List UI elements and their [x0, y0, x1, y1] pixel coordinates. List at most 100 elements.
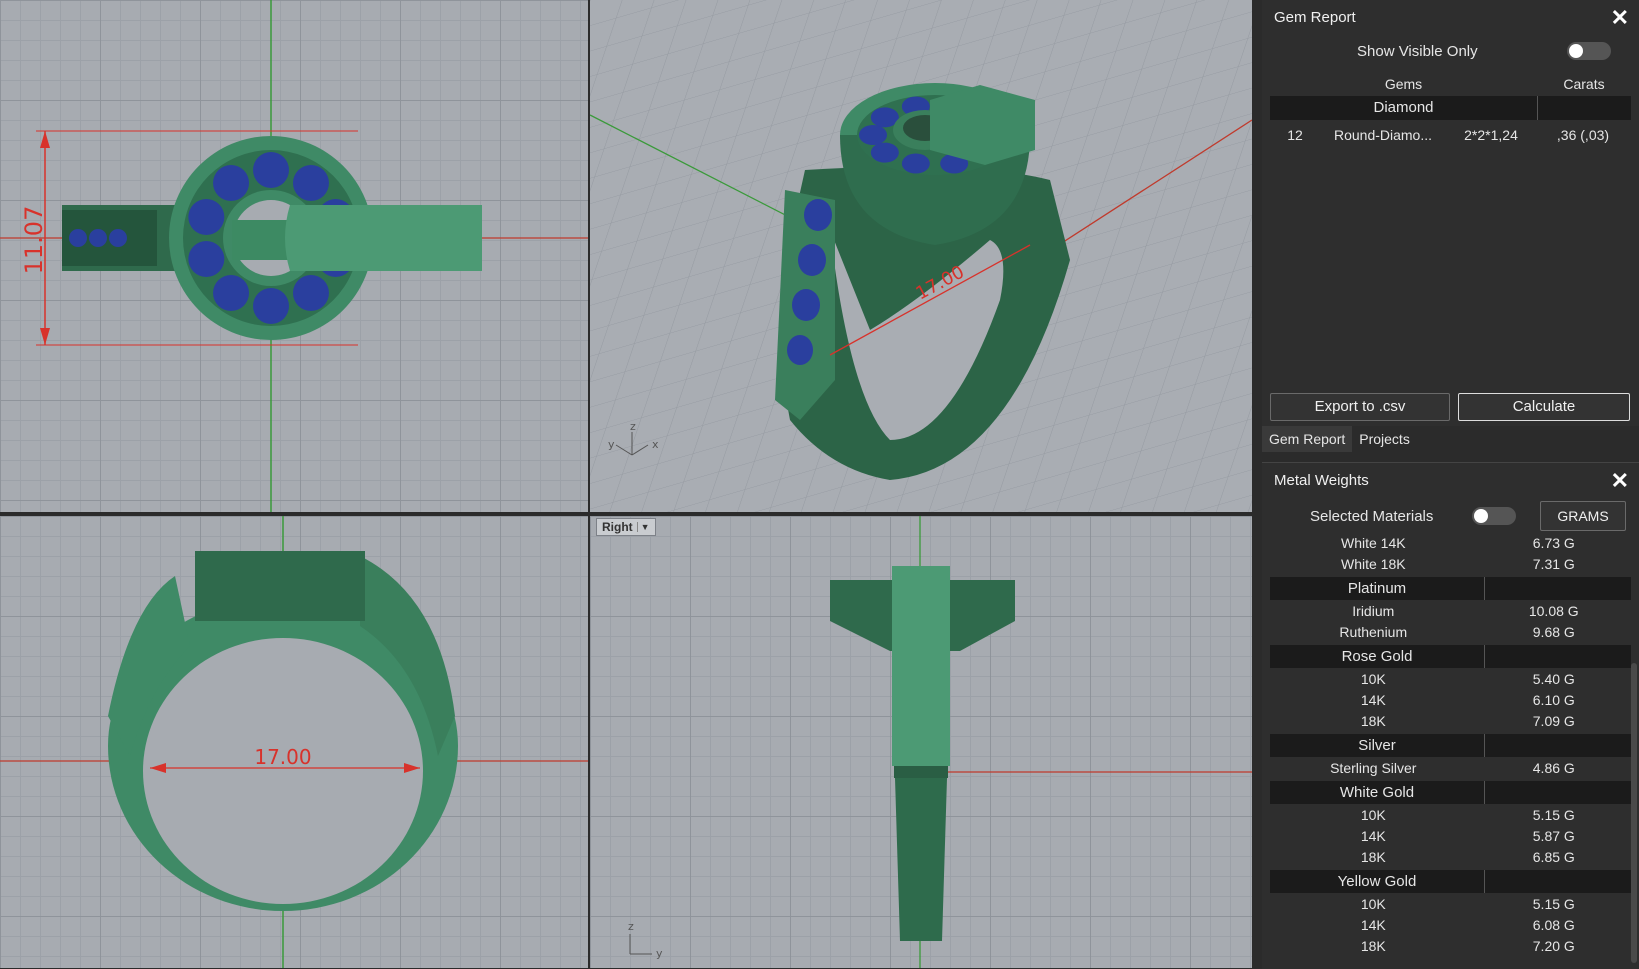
metal-group-name: Silver [1270, 734, 1485, 757]
metal-name: 10K [1360, 671, 1386, 687]
gem-carats: ,36 (,03) [1556, 127, 1610, 143]
gem-stone [870, 142, 899, 163]
bar-front [195, 551, 365, 621]
metal-name: 14K [1360, 828, 1386, 844]
close-icon[interactable]: ✕ [1611, 0, 1629, 36]
list-item[interactable]: 14K 5.87 G [1270, 826, 1631, 847]
top-view-canvas: 11.07 [0, 0, 588, 512]
metal-name: Iridium [1352, 603, 1395, 619]
metal-name: White 18K [1340, 556, 1406, 572]
viewport-front[interactable]: 17.00 [0, 516, 588, 968]
list-item[interactable]: 14K 6.10 G [1270, 690, 1631, 711]
gem-name: Round-Diamo... [1333, 127, 1433, 143]
front-dimension-text: 17.00 [254, 745, 311, 769]
metal-name: 14K [1360, 917, 1386, 933]
viewport-right[interactable]: Right ▼ z y [590, 516, 1252, 968]
col-gems[interactable]: Gems [1270, 72, 1537, 96]
metal-name: 18K [1360, 938, 1386, 954]
selected-materials-row: Selected Materials GRAMS [1262, 499, 1639, 533]
metal-name: 10K [1360, 807, 1386, 823]
list-item[interactable]: White 14K 6.73 G [1270, 533, 1631, 554]
list-item[interactable]: Sterling Silver 4.86 G [1270, 758, 1631, 779]
metal-weights-title: Metal Weights [1274, 472, 1369, 489]
table-row[interactable]: 12 Round-Diamo... 2*2*1,24 ,36 (,03) [1270, 122, 1631, 148]
metal-group-header[interactable]: Silver [1270, 734, 1631, 757]
dimension-text-height: 11.07 [20, 206, 48, 275]
gem-report-panel: Gem Report ✕ Show Visible Only Gems Cara… [1262, 0, 1639, 452]
tab-projects[interactable]: Projects [1352, 426, 1417, 452]
close-icon[interactable]: ✕ [1611, 463, 1629, 499]
metal-group-name: Platinum [1270, 577, 1485, 600]
metal-weight: 7.20 G [1532, 938, 1575, 954]
gem-group-name: Diamond [1270, 96, 1538, 120]
metal-group-name: Rose Gold [1270, 645, 1485, 668]
metal-weight: 6.73 G [1532, 535, 1575, 551]
metal-weight: 5.87 G [1532, 828, 1575, 844]
metal-weight: 6.85 G [1532, 849, 1575, 865]
list-item[interactable]: 10K 5.15 G [1270, 805, 1631, 826]
export-csv-button[interactable]: Export to .csv [1270, 393, 1450, 421]
gem-report-title-bar: Gem Report ✕ [1262, 0, 1639, 36]
metal-group-header[interactable]: White Gold [1270, 781, 1631, 804]
list-item[interactable]: White 18K 7.31 G [1270, 554, 1631, 575]
gem-stone [859, 125, 887, 145]
metal-name: Sterling Silver [1330, 760, 1417, 776]
gem-stone [188, 241, 225, 278]
viewport-perspective[interactable]: 17.00 y z x [590, 0, 1252, 512]
metal-name: 10K [1360, 896, 1386, 912]
metal-weight: 5.40 G [1532, 671, 1575, 687]
list-item[interactable]: 18K 7.09 G [1270, 711, 1631, 732]
selected-materials-label: Selected Materials [1310, 507, 1434, 525]
metal-weight: 5.15 G [1532, 896, 1575, 912]
right-axis-widget: z y [628, 920, 663, 960]
metal-weight: 7.09 G [1532, 713, 1575, 729]
selected-materials-toggle[interactable] [1472, 507, 1516, 525]
list-item[interactable]: Ruthenium 9.68 G [1270, 622, 1631, 643]
gem-stone [292, 164, 329, 201]
list-item[interactable]: 18K 6.85 G [1270, 847, 1631, 868]
gem-count: 12 [1287, 127, 1303, 143]
metal-weight: 6.10 G [1532, 692, 1575, 708]
gem-table-header: Gems Carats [1270, 72, 1631, 96]
bar-right [892, 566, 950, 766]
metal-weights-scrollbar[interactable] [1631, 663, 1637, 963]
col-carats[interactable]: Carats [1537, 72, 1631, 96]
metal-name: 14K [1360, 692, 1386, 708]
bar-link [232, 220, 292, 260]
gem-stone [188, 198, 225, 235]
right-view-canvas: z y [628, 516, 1252, 968]
list-item[interactable]: Iridium 10.08 G [1270, 601, 1631, 622]
show-visible-toggle[interactable] [1567, 42, 1611, 60]
list-item[interactable]: 10K 5.15 G [1270, 894, 1631, 915]
metal-name: White 14K [1340, 535, 1406, 551]
metal-group-name: White Gold [1270, 781, 1485, 804]
list-item[interactable]: 10K 5.40 G [1270, 669, 1631, 690]
metal-weights-panel: Metal Weights ✕ Selected Materials GRAMS… [1262, 462, 1639, 969]
metal-name: 18K [1360, 849, 1386, 865]
units-button[interactable]: GRAMS [1540, 501, 1626, 531]
metal-group-name: Yellow Gold [1270, 870, 1485, 893]
metal-weight: 10.08 G [1528, 603, 1579, 619]
tab-gem-report[interactable]: Gem Report [1262, 426, 1353, 452]
gem-group-diamond[interactable]: Diamond [1270, 96, 1631, 120]
svg-text:x: x [652, 438, 659, 451]
metal-group-header[interactable]: Yellow Gold [1270, 870, 1631, 893]
svg-text:y: y [608, 438, 615, 451]
metal-weight: 9.68 G [1532, 624, 1575, 640]
show-visible-row: Show Visible Only [1262, 36, 1639, 66]
gem-report-title: Gem Report [1274, 9, 1356, 26]
front-view-canvas: 17.00 [0, 516, 588, 968]
list-item[interactable]: 18K 7.20 G [1270, 936, 1631, 957]
viewport-top[interactable]: 11.07 [0, 0, 588, 512]
metal-group-header[interactable]: Rose Gold [1270, 645, 1631, 668]
metal-name: 18K [1360, 713, 1386, 729]
svg-text:y: y [656, 947, 663, 960]
bar-top [285, 205, 482, 271]
svg-text:z: z [630, 420, 636, 433]
calculate-button[interactable]: Calculate [1458, 393, 1630, 421]
metal-group-header[interactable]: Platinum [1270, 577, 1631, 600]
svg-text:z: z [628, 920, 634, 933]
gem-report-tabs: Gem Report Projects [1262, 426, 1639, 452]
gem-stone [213, 275, 250, 312]
list-item[interactable]: 14K 6.08 G [1270, 915, 1631, 936]
